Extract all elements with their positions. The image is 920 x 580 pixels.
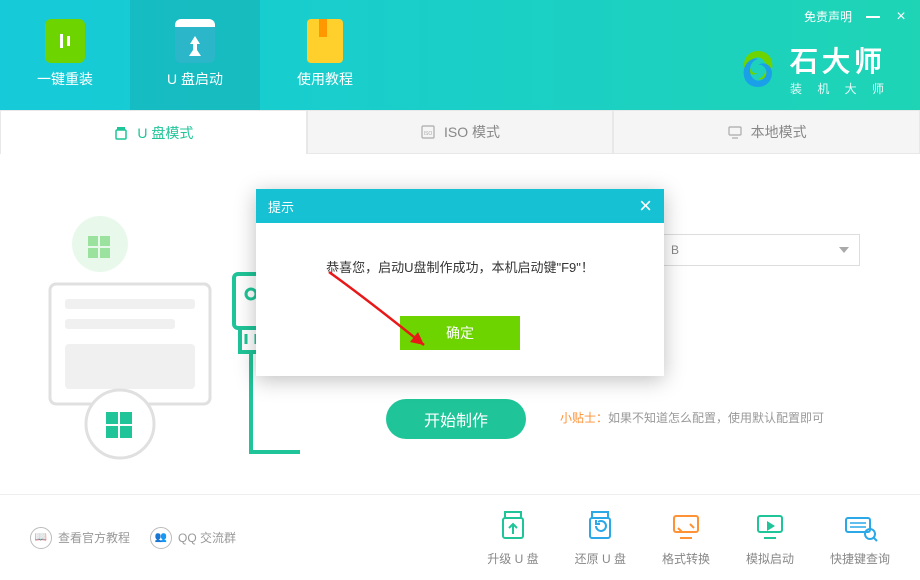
arrow-annotation: [324, 267, 444, 357]
dialog-close-button[interactable]: ×: [639, 193, 652, 219]
modal-overlay: 提示 × 恭喜您，启动U盘制作成功，本机启动键"F9"！ 确定: [0, 0, 920, 580]
dialog-titlebar: 提示 ×: [256, 189, 664, 223]
success-dialog: 提示 × 恭喜您，启动U盘制作成功，本机启动键"F9"！ 确定: [256, 189, 664, 376]
dialog-title: 提示: [268, 197, 294, 216]
